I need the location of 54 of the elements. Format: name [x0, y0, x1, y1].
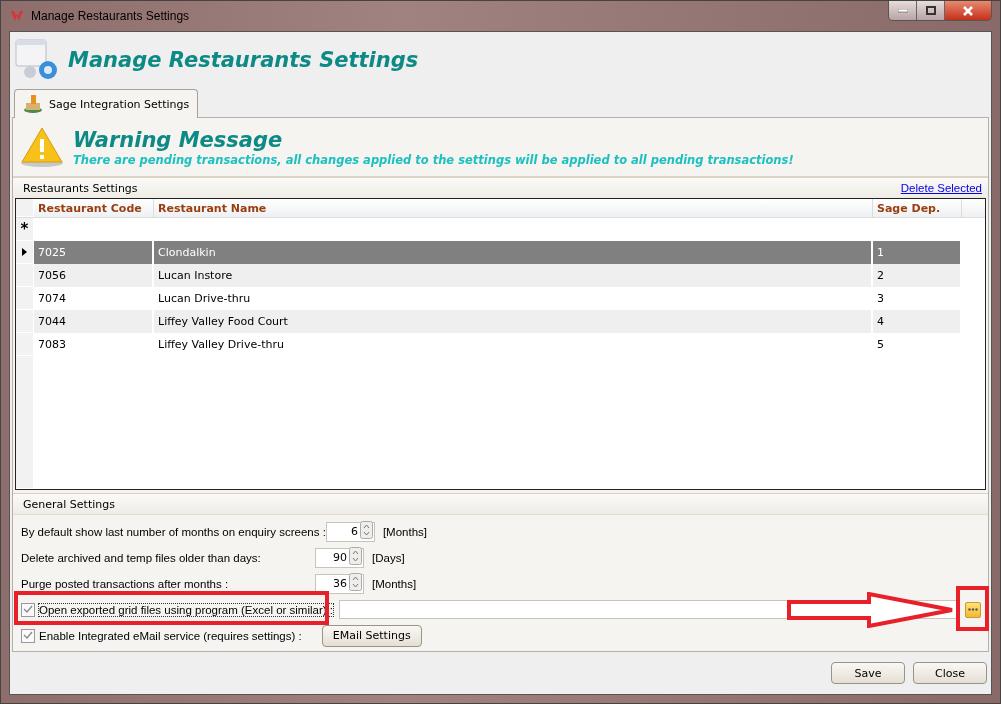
column-header[interactable]: Sage Dep.	[873, 199, 962, 217]
setting-label: Open exported grid files using program (Excel or similar) :	[39, 603, 333, 616]
table-cell: 7025	[34, 241, 154, 264]
warning-message: There are pending transactions, all changes applied to the settings will be applied to all pending transactions!	[73, 153, 794, 167]
unit-label: [Months]	[382, 525, 428, 538]
browse-button[interactable]	[965, 601, 981, 618]
minimize-icon	[897, 8, 908, 13]
maximize-button[interactable]	[917, 1, 945, 20]
table-cell: 7083	[34, 333, 154, 356]
table-cell: 7044	[34, 310, 154, 333]
row-header[interactable]	[16, 241, 34, 264]
number-spinner[interactable]: 90	[315, 547, 364, 568]
minimize-button[interactable]	[889, 1, 917, 20]
unit-label: [Months]	[372, 577, 417, 590]
checkbox[interactable]	[21, 628, 35, 643]
table-cell: Liffey Valley Drive-thru	[154, 333, 873, 356]
highlight-box	[956, 586, 989, 631]
table-cell: Lucan Instore	[154, 264, 873, 287]
email-settings-button[interactable]: EMail Settings	[321, 624, 422, 647]
number-spinner[interactable]: 6	[325, 521, 375, 542]
new-row-marker: *	[20, 221, 29, 237]
dialog-button[interactable]: Close	[913, 662, 987, 684]
warning-title: Warning Message	[73, 127, 284, 153]
table-cell: 2	[873, 264, 962, 287]
column-header[interactable]: Restaurant Name	[154, 199, 873, 217]
close-icon	[962, 5, 974, 16]
table-cell: 5	[873, 333, 962, 356]
unit-label: [Days]	[372, 551, 405, 564]
close-button[interactable]	[945, 1, 991, 20]
checkbox[interactable]	[21, 602, 35, 617]
table-cell: Liffey Valley Food Court	[154, 310, 873, 333]
column-header[interactable]: Restaurant Code	[34, 199, 154, 217]
table-cell: 1	[873, 241, 962, 264]
row-header[interactable]: *	[16, 218, 34, 241]
table-cell: Clondalkin	[154, 241, 873, 264]
number-spinner[interactable]: 36	[315, 573, 364, 594]
setting-label: By default show last number of months on enquiry screens :	[21, 525, 326, 538]
ellipsis-icon	[968, 608, 978, 611]
setting-label: Delete archived and temp files older than days:	[21, 551, 262, 564]
page-title: Manage Restaurants Settings	[68, 47, 419, 72]
warning-icon	[19, 126, 65, 168]
dialog-button[interactable]: Save	[831, 662, 905, 684]
tab[interactable]: Sage Integration Settings	[14, 89, 199, 118]
current-row-icon	[22, 248, 27, 256]
table-cell: 4	[873, 310, 962, 333]
delete-selected-link[interactable]: Delete Selected	[900, 182, 982, 194]
maximize-icon	[925, 6, 936, 15]
setting-label: Purge posted transactions after months :	[21, 577, 230, 590]
section-title: Restaurants Settings	[23, 181, 138, 195]
section-title: General Settings	[23, 497, 115, 511]
table-cell: 7056	[34, 264, 154, 287]
setting-label: Enable Integrated eMail service (requires settings) :	[39, 629, 302, 642]
settings-icon	[14, 37, 60, 82]
window-title: Manage Restaurants Settings	[31, 9, 190, 23]
